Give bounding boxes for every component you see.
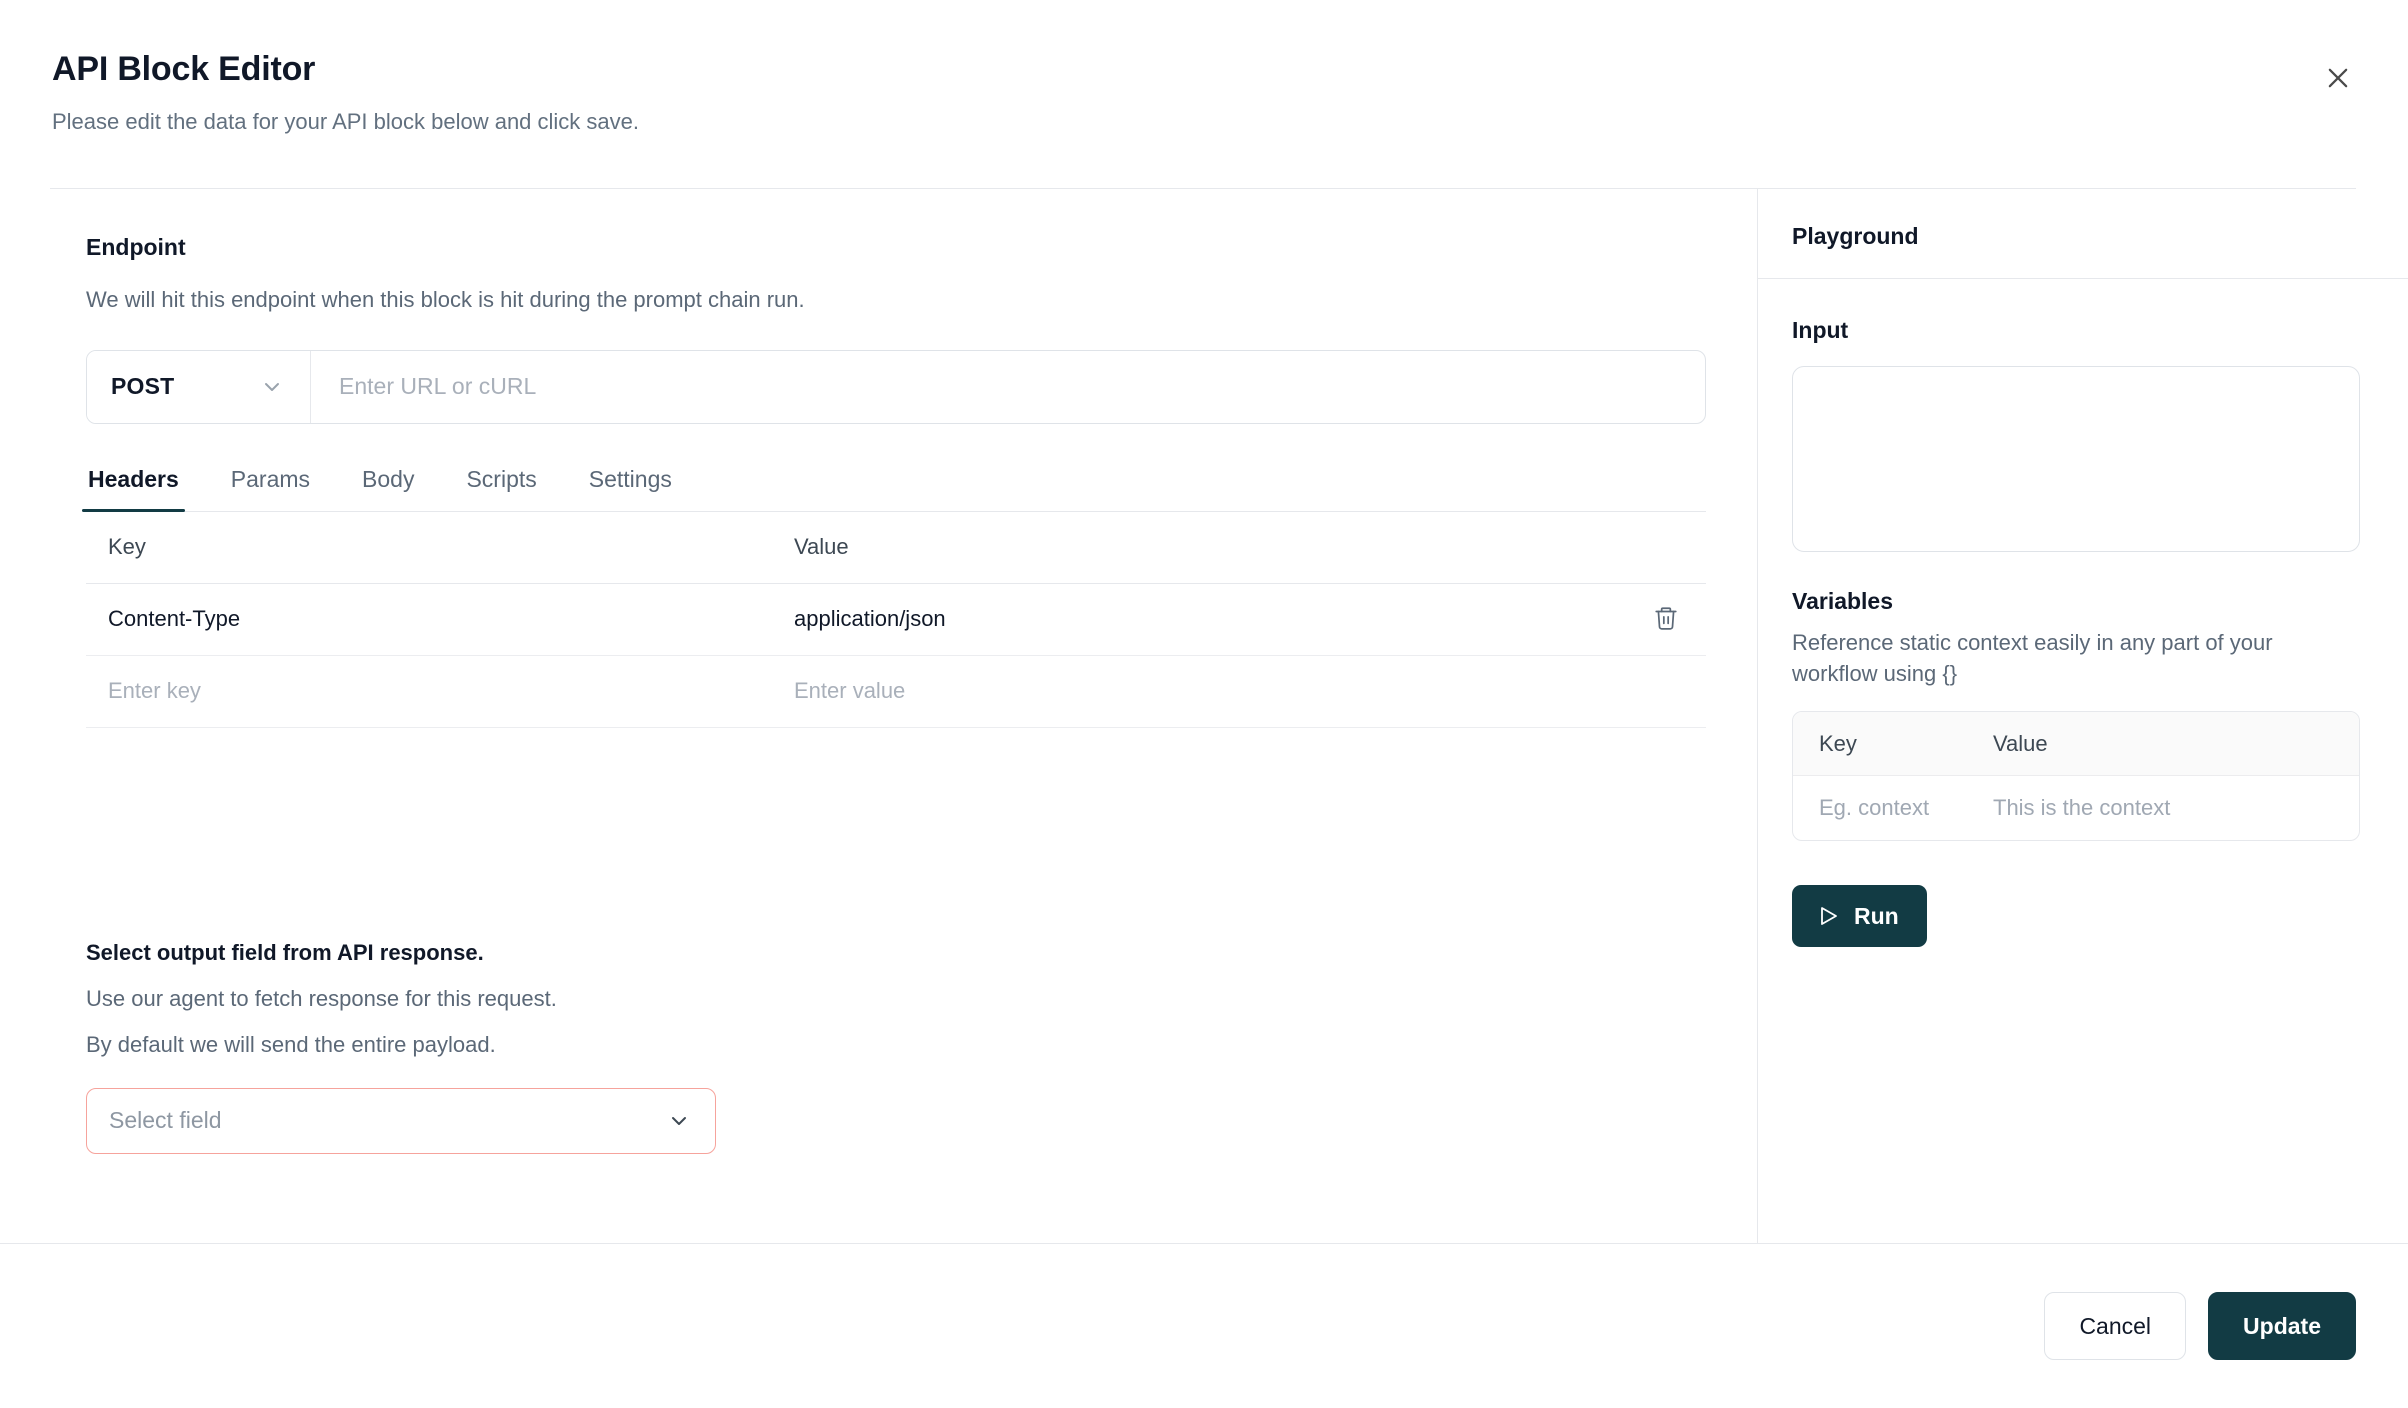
modal-footer: Cancel Update xyxy=(0,1243,2408,1408)
output-field-select[interactable]: Select field xyxy=(86,1088,716,1154)
tab-params[interactable]: Params xyxy=(229,460,312,511)
output-field-line-1: Use our agent to fetch response for this… xyxy=(86,986,1705,1012)
run-button[interactable]: Run xyxy=(1792,885,1927,947)
headers-column-value: Value xyxy=(794,534,849,559)
output-field-line-2: By default we will send the entire paylo… xyxy=(86,1032,1705,1058)
output-field-title: Select output field from API response. xyxy=(86,940,1705,966)
playground-pane: Playground Input Variables Reference sta… xyxy=(1758,189,2408,1243)
variables-section: Variables Reference static context easil… xyxy=(1792,588,2360,841)
api-block-editor-modal: API Block Editor Please edit the data fo… xyxy=(0,0,2408,1408)
close-icon xyxy=(2324,64,2352,92)
headers-table-header-row: Key Value xyxy=(86,512,1706,584)
variables-column-key: Key xyxy=(1819,731,1857,756)
output-field-select-placeholder: Select field xyxy=(109,1107,222,1134)
playground-content: Input Variables Reference static context… xyxy=(1758,279,2408,1243)
variables-table: Key Value Eg. context This is the contex… xyxy=(1792,711,2360,841)
variables-label: Variables xyxy=(1792,588,2360,615)
playground-input-textarea[interactable] xyxy=(1792,366,2360,552)
trash-icon xyxy=(1653,605,1679,634)
table-row[interactable]: Content-Type application/json xyxy=(86,584,1706,656)
cancel-button[interactable]: Cancel xyxy=(2044,1292,2186,1360)
request-config-pane: Endpoint We will hit this endpoint when … xyxy=(0,189,1758,1243)
modal-body: Endpoint We will hit this endpoint when … xyxy=(0,189,2408,1243)
tab-settings[interactable]: Settings xyxy=(587,460,674,511)
page-title: API Block Editor xyxy=(52,48,2356,91)
new-header-key-input[interactable]: Enter key xyxy=(108,678,201,703)
endpoint-description: We will hit this endpoint when this bloc… xyxy=(86,285,1705,316)
endpoint-row: POST xyxy=(86,350,1706,424)
close-button[interactable] xyxy=(2316,56,2360,100)
tab-body[interactable]: Body xyxy=(360,460,416,511)
url-input[interactable] xyxy=(311,351,1705,423)
variables-column-value: Value xyxy=(1993,731,2048,756)
header-value-cell: application/json xyxy=(794,606,946,631)
variable-key-input[interactable]: Eg. context xyxy=(1819,795,1929,820)
request-tabs: Headers Params Body Scripts Settings xyxy=(86,460,1706,512)
headers-table: Key Value Content-Type application/json xyxy=(86,512,1706,728)
variable-value-input[interactable]: This is the context xyxy=(1993,795,2170,820)
http-method-value: POST xyxy=(111,373,174,400)
chevron-down-icon xyxy=(260,375,284,399)
headers-column-key: Key xyxy=(108,534,146,559)
variables-description: Reference static context easily in any p… xyxy=(1792,627,2360,689)
variables-table-row[interactable]: Eg. context This is the context xyxy=(1793,776,2359,840)
output-field-section: Select output field from API response. U… xyxy=(86,940,1705,1154)
update-button[interactable]: Update xyxy=(2208,1292,2356,1360)
play-icon xyxy=(1816,904,1840,928)
http-method-select[interactable]: POST xyxy=(87,351,311,423)
request-config-scroll[interactable]: Endpoint We will hit this endpoint when … xyxy=(0,189,1757,1243)
tab-scripts[interactable]: Scripts xyxy=(464,460,538,511)
playground-header: Playground xyxy=(1758,189,2408,279)
new-header-value-input[interactable]: Enter value xyxy=(794,678,905,703)
playground-input-label: Input xyxy=(1792,317,2360,344)
playground-title: Playground xyxy=(1792,223,2408,250)
run-button-label: Run xyxy=(1854,903,1899,930)
new-header-row[interactable]: Enter key Enter value xyxy=(86,656,1706,728)
header-key-cell: Content-Type xyxy=(108,606,240,631)
endpoint-label: Endpoint xyxy=(86,233,1705,263)
page-subtitle: Please edit the data for your API block … xyxy=(52,107,2356,138)
modal-header: API Block Editor Please edit the data fo… xyxy=(0,0,2408,188)
chevron-down-icon xyxy=(667,1109,691,1133)
variables-table-header-row: Key Value xyxy=(1793,712,2359,776)
delete-header-button[interactable] xyxy=(1644,597,1688,641)
tab-headers[interactable]: Headers xyxy=(86,460,181,511)
